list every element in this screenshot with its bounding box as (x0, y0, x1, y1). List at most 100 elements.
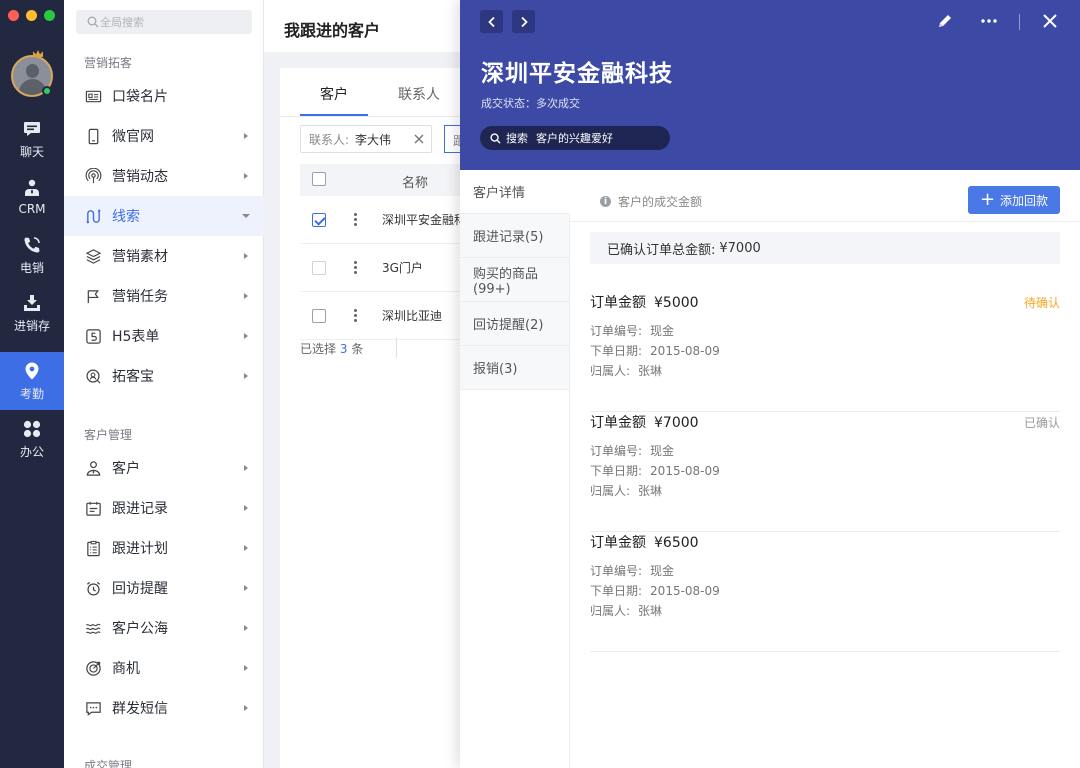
customer-name-title: 深圳平安金融科技 (481, 61, 673, 87)
order-card[interactable]: 订单金额 ¥6500 订单编号: 现金 下单日期: 2015-08-09 归属人: 张琳 (590, 532, 1060, 652)
order-date-label: 下单日期: (590, 344, 643, 358)
target-icon (85, 660, 101, 676)
rail-item-inventory[interactable]: 进销存 (0, 284, 64, 342)
menu-item-marketing-tasks[interactable]: 营销任务 (64, 276, 264, 316)
menu-item-opportunity[interactable]: 商机 (64, 648, 264, 688)
tab-customer-detail[interactable]: 客户详情 (460, 170, 570, 214)
tab-reimbursements[interactable]: 报销(3) (460, 346, 570, 390)
order-amount: 订单金额 ¥5000 (590, 292, 699, 312)
app-rail: 聊天 CRM 电销 进销存 考勤 办公 (0, 0, 64, 768)
order-number-value: 现金 (650, 324, 675, 338)
order-number-label: 订单编号: (590, 564, 643, 578)
global-search-input[interactable]: 全局搜索 (76, 10, 252, 34)
order-number-value: 现金 (650, 444, 675, 458)
tab-customers[interactable]: 客户 (320, 84, 348, 104)
menu-item-clues[interactable]: 线索 (64, 196, 264, 236)
close-icon[interactable] (1041, 12, 1059, 30)
tab-follow-records[interactable]: 跟进记录(5) (460, 214, 570, 258)
crown-icon (33, 50, 43, 57)
caret-right-icon (244, 705, 248, 711)
close-icon[interactable] (413, 133, 425, 145)
row-name: 深圳比亚迪 (382, 309, 443, 323)
order-amount-value: ¥6500 (654, 535, 699, 551)
order-owner-value: 张琳 (638, 484, 663, 498)
zoom-window-button[interactable] (44, 10, 55, 21)
more-vertical-icon[interactable] (354, 309, 357, 323)
next-record-button[interactable] (512, 10, 535, 33)
waves-icon (85, 623, 101, 634)
more-vertical-icon[interactable] (354, 261, 357, 275)
section-title-deals: 成交管理 (84, 759, 133, 768)
row-checkbox[interactable] (312, 261, 326, 275)
menu-item-customer-pool[interactable]: 客户公海 (64, 608, 264, 648)
caret-right-icon (244, 373, 248, 379)
contact-filter-chip[interactable]: 联系人: 李大伟 (300, 125, 432, 153)
rail-label: 办公 (19, 444, 44, 459)
row-checkbox[interactable] (312, 309, 326, 323)
order-amount-label: 订单金额 (590, 535, 646, 551)
menu-item-bulk-sms[interactable]: 群发短信 (64, 688, 264, 728)
detail-search-input[interactable]: 搜索 客户的兴趣爱好 (480, 126, 670, 150)
more-vertical-icon[interactable] (354, 213, 357, 227)
menu-item-label: 营销任务 (112, 289, 168, 305)
select-all-checkbox[interactable] (312, 172, 326, 186)
caret-right-icon (244, 333, 248, 339)
add-payment-button[interactable]: + 添加回款 (968, 186, 1060, 214)
row-checkbox[interactable] (312, 213, 326, 227)
location-pin-icon (25, 362, 39, 379)
menu-item-pocket-card[interactable]: 口袋名片 (64, 76, 264, 116)
menu-item-micro-site[interactable]: 微官网 (64, 116, 264, 156)
chevron-left-icon (487, 16, 495, 27)
detail-tabs: 客户详情 跟进记录(5) 购买的商品(99+) 回访提醒(2) 报销(3) (460, 170, 570, 768)
order-number-label: 订单编号: (590, 444, 643, 458)
layers-icon (85, 248, 101, 264)
menu-item-h5-form[interactable]: H5表单 (64, 316, 264, 356)
menu-item-label: 营销动态 (112, 169, 168, 185)
calendar-icon (85, 501, 101, 516)
rail-item-crm[interactable]: CRM (0, 168, 64, 226)
rail-item-attendance[interactable]: 考勤 (0, 352, 64, 410)
tab-contacts[interactable]: 联系人 (398, 84, 440, 104)
rail-label: 聊天 (19, 144, 44, 159)
rail-label: CRM (18, 202, 46, 216)
search-label: 搜索 (506, 132, 528, 145)
menu-item-tuokebao[interactable]: 拓客宝 (64, 356, 264, 396)
prev-record-button[interactable] (480, 10, 503, 33)
menu-item-label: 商机 (112, 661, 140, 677)
menu-item-label: 跟进计划 (112, 541, 168, 557)
info-icon: i (600, 196, 611, 207)
online-status-dot (42, 86, 52, 96)
column-name: 名称 (402, 176, 429, 191)
more-horizontal-icon[interactable] (980, 12, 998, 30)
menu-item-label: 群发短信 (112, 701, 168, 717)
apps-grid-icon (23, 420, 41, 437)
order-card[interactable]: 订单金额 ¥5000 待确认 订单编号: 现金 下单日期: 2015-08-09 归属… (590, 292, 1060, 412)
order-number-value: 现金 (650, 564, 675, 578)
card-icon (85, 90, 101, 102)
person-icon (86, 460, 100, 476)
order-amount-label: 订单金额 (590, 415, 646, 431)
edit-pencil-icon[interactable] (936, 12, 954, 30)
menu-item-follow-records[interactable]: 跟进记录 (64, 488, 264, 528)
menu-item-materials[interactable]: 营销素材 (64, 236, 264, 276)
plus-icon: + (979, 189, 996, 210)
order-date: 下单日期: 2015-08-09 (590, 582, 720, 599)
minimize-window-button[interactable] (26, 10, 37, 21)
menu-item-marketing-feed[interactable]: 营销动态 (64, 156, 264, 196)
caret-down-icon (242, 214, 250, 218)
row-name: 深圳平安金融科技 (382, 213, 460, 227)
order-owner-value: 张琳 (638, 604, 663, 618)
broadcast-icon (85, 167, 101, 183)
tab-revisit-reminders[interactable]: 回访提醒(2) (460, 302, 570, 346)
order-card[interactable]: 订单金额 ¥7000 已确认 订单编号: 现金 下单日期: 2015-08-09 归属… (590, 412, 1060, 532)
tab-purchased-goods[interactable]: 购买的商品(99+) (460, 258, 570, 302)
menu-item-customer[interactable]: 客户 (64, 448, 264, 488)
menu-item-label: 线索 (112, 209, 140, 225)
rail-item-phone[interactable]: 电销 (0, 226, 64, 284)
close-window-button[interactable] (8, 10, 19, 21)
rail-item-chat[interactable]: 聊天 (0, 110, 64, 168)
rail-item-office[interactable]: 办公 (0, 410, 64, 468)
caret-right-icon (244, 545, 248, 551)
menu-item-revisit-reminder[interactable]: 回访提醒 (64, 568, 264, 608)
menu-item-follow-plan[interactable]: 跟进计划 (64, 528, 264, 568)
